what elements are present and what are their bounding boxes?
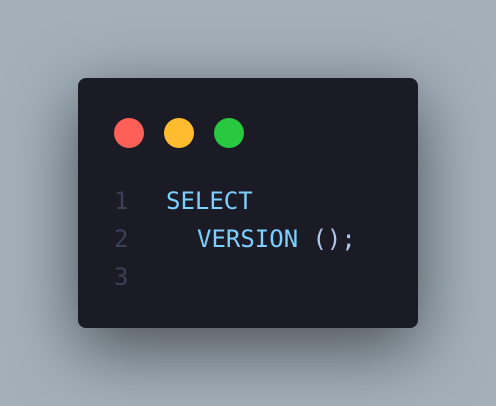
code-line-2: 2 VERSION (); <box>78 220 418 258</box>
function-call-parens: (); <box>298 225 356 253</box>
line-number: 1 <box>114 187 129 215</box>
close-button[interactable] <box>114 118 144 148</box>
code-line-3: 3 <box>78 258 418 296</box>
code-window: 1 SELECT 2 VERSION (); 3 <box>78 78 418 328</box>
keyword-select: SELECT <box>166 187 253 215</box>
line-number: 3 <box>114 263 129 291</box>
window-controls <box>114 118 244 148</box>
maximize-button[interactable] <box>214 118 244 148</box>
code-line-1: 1 SELECT <box>78 182 418 220</box>
line-number: 2 <box>114 225 129 253</box>
function-version: VERSION <box>197 225 299 253</box>
code-block: 1 SELECT 2 VERSION (); 3 <box>78 182 418 296</box>
minimize-button[interactable] <box>164 118 194 148</box>
